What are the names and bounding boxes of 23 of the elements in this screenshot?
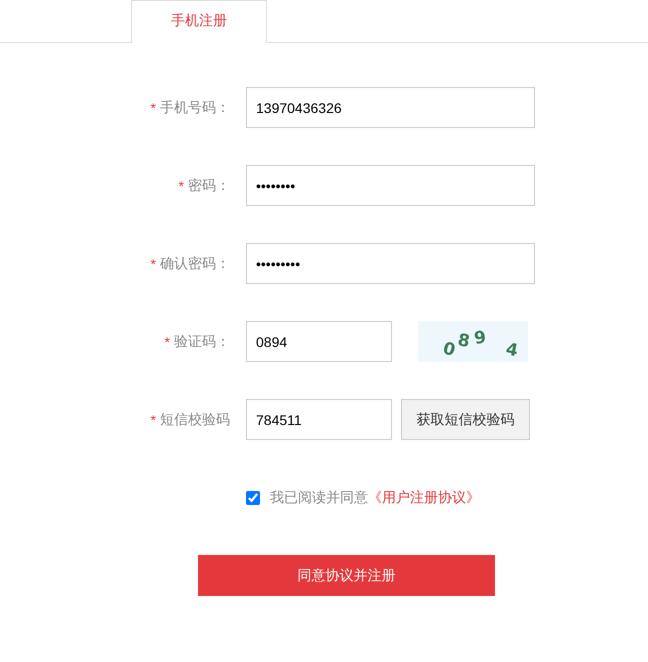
field-label: 验证码： <box>174 332 230 350</box>
required-mark: * <box>150 256 156 272</box>
required-mark: * <box>150 100 156 116</box>
captcha-image[interactable]: 0894 <box>418 321 528 362</box>
input-field[interactable]: ••••••••• <box>246 243 535 284</box>
field-label: 短信校验码 <box>160 410 230 428</box>
register-button[interactable]: 同意协议并注册 <box>198 555 495 596</box>
agree-checkbox[interactable] <box>246 491 260 505</box>
agreement-link[interactable]: 《用户注册协议》 <box>368 489 480 507</box>
captcha-code: 0894 <box>440 328 520 362</box>
input-field[interactable]: 784511 <box>246 399 392 440</box>
agreement-text: 我已阅读并同意 <box>270 489 368 507</box>
input-field[interactable]: 0894 <box>246 321 392 362</box>
input-field[interactable]: •••••••• <box>246 165 535 206</box>
register-tab[interactable]: 手机注册 <box>131 0 267 43</box>
required-mark: * <box>150 412 156 428</box>
send-code-button[interactable]: 获取短信校验码 <box>401 399 530 440</box>
field-label: 确认密码： <box>160 254 230 272</box>
input-field[interactable]: 13970436326 <box>246 87 535 128</box>
required-mark: * <box>178 178 184 194</box>
required-mark: * <box>164 334 170 350</box>
field-label: 密码： <box>188 176 230 194</box>
field-label: 手机号码： <box>160 98 230 116</box>
